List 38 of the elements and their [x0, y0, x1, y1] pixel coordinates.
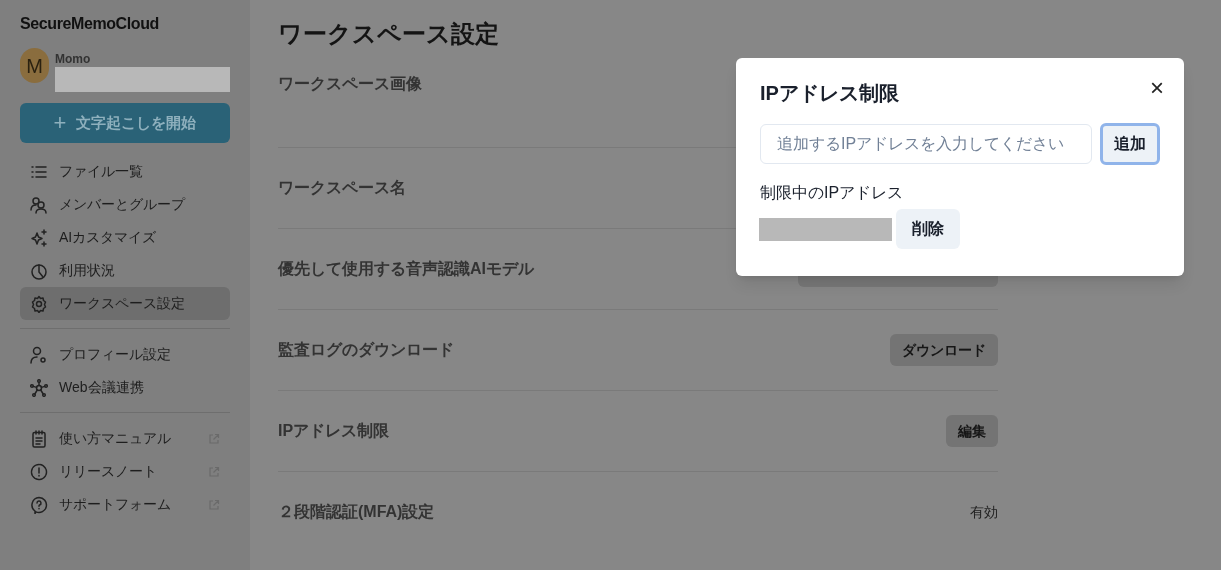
nav-item[interactable]: ワークスペース設定: [20, 287, 230, 320]
settings-icon: [30, 294, 48, 313]
nav-item[interactable]: Web会議連携: [20, 371, 230, 404]
notepad-icon: [30, 429, 48, 448]
action-button[interactable]: 編集: [946, 415, 998, 447]
add-button[interactable]: 追加: [1100, 123, 1160, 165]
user-avatar[interactable]: M: [20, 48, 49, 83]
page-title: ワークスペース設定: [278, 19, 500, 49]
setting-label: 監査ログのダウンロード: [278, 340, 454, 360]
app-logo: SecureMemoCloud: [20, 14, 160, 34]
nav-item[interactable]: ファイル一覧: [20, 155, 230, 188]
setting-label: ワークスペース画像: [278, 74, 422, 94]
nav-item[interactable]: AIカスタマイズ: [20, 221, 230, 254]
setting-label: IPアドレス制限: [278, 421, 390, 441]
people-icon: [30, 195, 48, 214]
setting-label: 優先して使用する音声認識AIモデル: [278, 259, 534, 279]
nav-item[interactable]: 利用状況: [20, 254, 230, 287]
action-button[interactable]: ダウンロード: [890, 334, 998, 366]
dialog-title: IPアドレス制限: [760, 81, 899, 106]
delete-button[interactable]: 削除: [896, 209, 960, 249]
help-icon: [30, 495, 48, 514]
network-icon: [30, 378, 48, 397]
pie-chart-icon: [30, 261, 48, 280]
ip-address-field[interactable]: 追加するIPアドレスを入力してください: [760, 124, 1093, 164]
setting-label: ワークスペース名: [278, 178, 406, 198]
start-transcription-button[interactable]: + 文字起こしを開始: [20, 103, 230, 143]
nav-item[interactable]: メンバーとグループ: [20, 188, 230, 221]
sparkle-icon: [30, 228, 48, 247]
nav-item[interactable]: リリースノート: [20, 455, 230, 488]
setting-label: ２段階認証(MFA)設定: [278, 502, 435, 522]
setting-value: 有効: [970, 502, 998, 522]
list-label: 制限中のIPアドレス: [760, 183, 905, 203]
close-button[interactable]: ×: [1150, 76, 1164, 100]
nav-item[interactable]: サポートフォーム: [20, 488, 230, 521]
user-name: Momo: [55, 52, 92, 66]
alert-badge-icon: [30, 462, 48, 481]
nav-item[interactable]: 使い方マニュアル: [20, 422, 230, 455]
nav-item[interactable]: プロフィール設定: [20, 338, 230, 371]
